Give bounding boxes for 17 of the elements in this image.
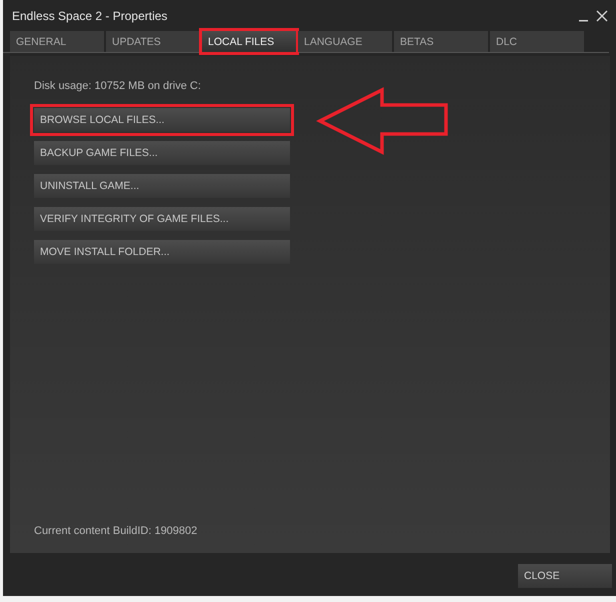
tab[interactable]: BETAS (394, 31, 488, 52)
action-button[interactable]: MOVE INSTALL FOLDER... (34, 240, 290, 264)
tab[interactable]: LOCAL FILES (202, 31, 296, 52)
tab[interactable]: DLC (490, 31, 584, 52)
action-button[interactable]: VERIFY INTEGRITY OF GAME FILES... (34, 207, 290, 231)
arrow-icon (316, 87, 450, 155)
disk-usage-text: Disk usage: 10752 MB on drive C: (34, 80, 202, 92)
tab[interactable]: UPDATES (106, 31, 200, 52)
close-icon[interactable] (596, 10, 608, 22)
action-button[interactable]: UNINSTALL GAME... (34, 174, 290, 198)
close-button[interactable]: CLOSE (518, 564, 612, 588)
action-button[interactable]: BACKUP GAME FILES... (34, 141, 290, 165)
tab[interactable]: LANGUAGE (298, 31, 392, 52)
action-button[interactable]: BROWSE LOCAL FILES... (34, 108, 290, 132)
build-id-text: Current content BuildID: 1909802 (34, 525, 198, 537)
window-title: Endless Space 2 - Properties (12, 8, 168, 22)
tab[interactable]: GENERAL (10, 31, 104, 52)
